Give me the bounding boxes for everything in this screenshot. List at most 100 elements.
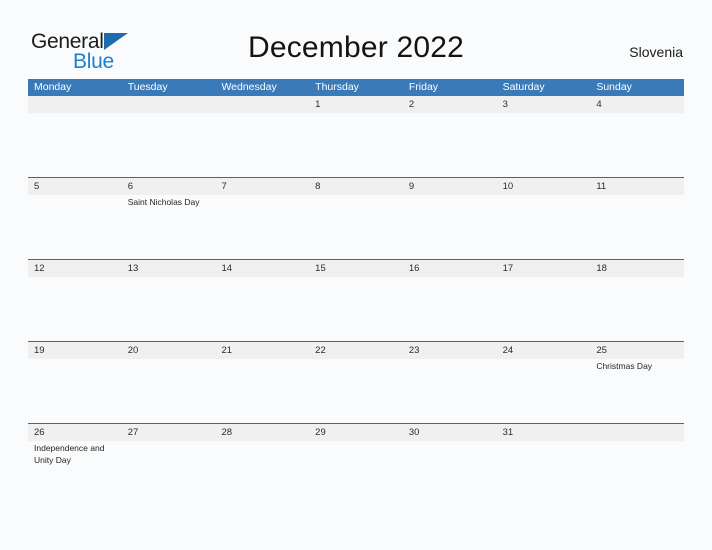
day-events-cell xyxy=(28,359,122,373)
day-events-cell xyxy=(309,113,403,115)
day-number-8[interactable]: 8 xyxy=(309,178,403,195)
day-number-20[interactable]: 20 xyxy=(122,342,216,359)
day-number-1[interactable]: 1 xyxy=(309,96,403,113)
calendar-week-row: 1234 xyxy=(28,96,684,177)
day-number-empty xyxy=(215,96,309,113)
day-number-28[interactable]: 28 xyxy=(215,424,309,441)
day-number-19[interactable]: 19 xyxy=(28,342,122,359)
holiday-event-label: Saint Nicholas Day xyxy=(127,197,200,207)
date-number-band: 12 13 14 15 16 17 18 xyxy=(28,260,684,277)
day-events-cell: Christmas Day xyxy=(590,359,684,373)
day-events-cell xyxy=(309,195,403,209)
holiday-event-label: Christmas Day xyxy=(596,361,653,371)
date-number-band: 5 6 7 8 9 10 11 xyxy=(28,178,684,195)
weekday-header-friday: Friday xyxy=(408,81,439,93)
page-header: General Blue December 2022 Slovenia xyxy=(0,0,712,78)
day-events-cell xyxy=(215,441,309,466)
day-events-cell xyxy=(590,195,684,209)
day-number-9[interactable]: 9 xyxy=(403,178,497,195)
day-events-cell xyxy=(497,359,591,373)
day-number-6[interactable]: 6 xyxy=(122,178,216,195)
day-events-cell xyxy=(403,441,497,466)
day-events-cell xyxy=(497,441,591,466)
weekday-header-sunday: Sunday xyxy=(596,81,632,93)
calendar-week-row: 5 6 7 8 9 10 11 Saint Nicholas Day xyxy=(28,177,684,259)
day-events-cell xyxy=(403,195,497,209)
day-events-cell xyxy=(122,441,216,466)
day-events-cell xyxy=(215,195,309,209)
calendar-grid: Monday Tuesday Wednesday Thursday Friday Satu… xyxy=(28,79,684,505)
weekday-header-saturday: Saturday xyxy=(502,81,545,93)
calendar-week-row: 26 27 28 29 30 31 Independence and Unity Day xyxy=(28,423,684,505)
day-number-empty xyxy=(590,424,684,441)
day-number-14[interactable]: 14 xyxy=(215,260,309,277)
events-band: Saint Nicholas Day xyxy=(28,195,684,209)
day-number-7[interactable]: 7 xyxy=(215,178,309,195)
day-events-cell xyxy=(497,113,591,115)
day-events-cell xyxy=(403,277,497,279)
day-events-cell xyxy=(497,195,591,209)
day-events-cell xyxy=(28,277,122,279)
day-number-23[interactable]: 23 xyxy=(403,342,497,359)
day-number-16[interactable]: 16 xyxy=(403,260,497,277)
day-events-cell xyxy=(590,113,684,115)
day-number-27[interactable]: 27 xyxy=(122,424,216,441)
date-number-band: 19 20 21 22 23 24 25 xyxy=(28,342,684,359)
day-number-30[interactable]: 30 xyxy=(403,424,497,441)
day-number-26[interactable]: 26 xyxy=(28,424,122,441)
day-number-11[interactable]: 11 xyxy=(590,178,684,195)
day-number-10[interactable]: 10 xyxy=(497,178,591,195)
day-events-cell xyxy=(497,277,591,279)
day-events-cell xyxy=(215,277,309,279)
day-events-cell xyxy=(122,113,216,115)
calendar-week-row: 19 20 21 22 23 24 25 Christmas Day xyxy=(28,341,684,423)
weekday-header-wednesday: Wednesday xyxy=(221,81,277,93)
events-band: Independence and Unity Day xyxy=(28,441,684,466)
day-events-cell xyxy=(309,441,403,466)
weekday-header-thursday: Thursday xyxy=(315,81,359,93)
page-title: December 2022 xyxy=(247,31,465,64)
day-number-17[interactable]: 17 xyxy=(497,260,591,277)
day-events-cell: Independence and Unity Day xyxy=(28,441,122,466)
day-number-4[interactable]: 4 xyxy=(590,96,684,113)
day-number-31[interactable]: 31 xyxy=(497,424,591,441)
day-events-cell xyxy=(309,359,403,373)
day-number-13[interactable]: 13 xyxy=(122,260,216,277)
day-events-cell xyxy=(28,195,122,209)
day-number-15[interactable]: 15 xyxy=(309,260,403,277)
day-number-5[interactable]: 5 xyxy=(28,178,122,195)
day-number-18[interactable]: 18 xyxy=(590,260,684,277)
day-number-2[interactable]: 2 xyxy=(403,96,497,113)
calendar-weeks: 1 2 3 4 5 6 7 8 9 10 11 Saint Nicholas Day 12 13 14 15 1… xyxy=(28,96,684,505)
day-number-25[interactable]: 25 xyxy=(590,342,684,359)
holiday-event-label: Independence and Unity Day xyxy=(34,443,105,465)
events-band xyxy=(28,113,684,115)
day-events-cell xyxy=(309,277,403,279)
weekday-header-row: Monday Tuesday Wednesday Thursday Friday Satu… xyxy=(28,79,684,96)
day-events-cell: Saint Nicholas Day xyxy=(122,195,216,209)
day-number-empty xyxy=(122,96,216,113)
date-number-band: 1234 xyxy=(28,96,684,113)
events-band xyxy=(28,277,684,279)
day-number-empty xyxy=(28,96,122,113)
day-number-3[interactable]: 3 xyxy=(497,96,591,113)
day-number-21[interactable]: 21 xyxy=(215,342,309,359)
day-number-12[interactable]: 12 xyxy=(28,260,122,277)
day-events-cell xyxy=(590,441,684,466)
weekday-header-tuesday: Tuesday xyxy=(127,81,168,93)
day-number-29[interactable]: 29 xyxy=(309,424,403,441)
day-events-cell xyxy=(122,277,216,279)
day-events-cell xyxy=(403,113,497,115)
events-band: Christmas Day xyxy=(28,359,684,373)
day-events-cell xyxy=(122,359,216,373)
day-number-22[interactable]: 22 xyxy=(309,342,403,359)
day-events-cell xyxy=(215,113,309,115)
country-label: Slovenia xyxy=(629,44,683,60)
day-events-cell xyxy=(590,277,684,279)
day-number-24[interactable]: 24 xyxy=(497,342,591,359)
date-number-band: 26 27 28 29 30 31 xyxy=(28,424,684,441)
weekday-header-monday: Monday xyxy=(34,81,72,93)
calendar-week-row: 12 13 14 15 16 17 18 xyxy=(28,259,684,341)
day-events-cell xyxy=(215,359,309,373)
day-events-cell xyxy=(28,113,122,115)
